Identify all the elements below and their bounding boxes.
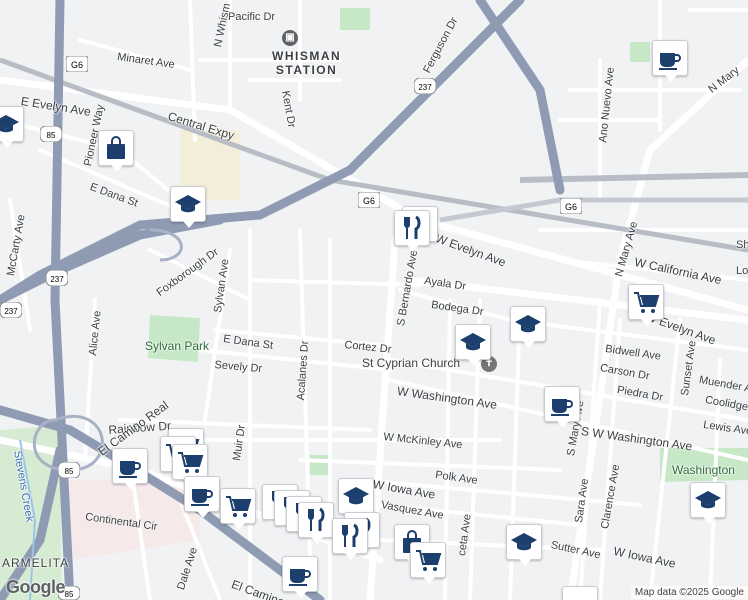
shield-237-b: 237: [45, 269, 69, 287]
marker-school-icon[interactable]: [170, 186, 206, 228]
marker-grocery-cart-icon-south[interactable]: [410, 542, 446, 584]
marker-restaurant-icon-cluster-f[interactable]: [332, 518, 368, 560]
marker-grocery-cart-icon-rainbow-c[interactable]: [172, 444, 208, 486]
label-whisman-station: WHISMAN STATION: [272, 50, 341, 76]
svg-text:G6: G6: [71, 60, 83, 70]
station-line1: WHISMAN: [272, 49, 342, 63]
marker-restaurant-icon-cluster-d[interactable]: [298, 502, 334, 544]
shield-85-b: 85: [57, 461, 81, 479]
svg-text:G6: G6: [363, 196, 375, 206]
marker-coffee-icon-washington[interactable]: [544, 386, 580, 428]
marker-school-icon-bodega[interactable]: [510, 306, 546, 348]
marker-coffee-icon-south[interactable]: [282, 556, 318, 598]
shield-g6-c: G6: [559, 197, 583, 215]
marker-school-icon-church[interactable]: [455, 324, 491, 366]
marker-restaurant-icon[interactable]: [394, 210, 430, 252]
svg-text:237: 237: [418, 83, 432, 92]
marker-school-icon-edge[interactable]: [0, 106, 24, 148]
label-carmelita: ARMELITA: [2, 556, 70, 570]
marker-shopping-bag-icon[interactable]: [98, 130, 134, 172]
marker-coffee-icon-muir[interactable]: [184, 476, 220, 518]
svg-text:85: 85: [65, 467, 74, 476]
label-st-cyprian-church: St Cyprian Church: [362, 356, 461, 370]
train-station-icon[interactable]: ▣: [282, 30, 298, 46]
svg-text:85: 85: [65, 590, 74, 599]
shield-237-a: 237: [413, 77, 437, 95]
label-washington-park: Washington: [672, 463, 735, 477]
shield-85-a: 85: [39, 125, 63, 143]
svg-text:85: 85: [47, 131, 56, 140]
park-northeast: [630, 42, 650, 62]
marker-coffee-icon-rainbow[interactable]: [112, 448, 148, 490]
park-north: [340, 8, 370, 30]
google-logo[interactable]: Google: [6, 577, 66, 598]
marker-grocery-cart-icon-muir[interactable]: [220, 488, 256, 530]
shield-g6-a: G6: [65, 55, 89, 73]
label-sylvan-park: Sylvan Park: [145, 339, 210, 353]
marker-school-icon-east[interactable]: [690, 482, 726, 524]
svg-text:237: 237: [50, 275, 64, 284]
label-lo: Lo: [736, 265, 748, 277]
marker-school-icon-south[interactable]: [506, 524, 542, 566]
station-line2: STATION: [275, 63, 338, 77]
svg-text:G6: G6: [565, 202, 577, 212]
label-pacific-dr: Pacific Dr: [228, 11, 276, 23]
map-attribution[interactable]: Map data ©2025 Google: [630, 586, 748, 599]
marker-coffee-icon[interactable]: [652, 40, 688, 82]
park-small: [310, 455, 330, 475]
marker-partial-bottom[interactable]: [562, 586, 598, 600]
label-sh: Sh: [736, 239, 748, 251]
svg-text:237: 237: [4, 307, 18, 316]
map-canvas[interactable]: Pacific Dr N Whism Minaret Ave Ferguson …: [0, 0, 748, 600]
shield-g6-b: G6: [357, 191, 381, 209]
marker-grocery-cart-icon[interactable]: [628, 284, 664, 326]
shield-237-c: 237: [0, 301, 23, 319]
marker-school-icon-cluster[interactable]: [338, 478, 374, 520]
